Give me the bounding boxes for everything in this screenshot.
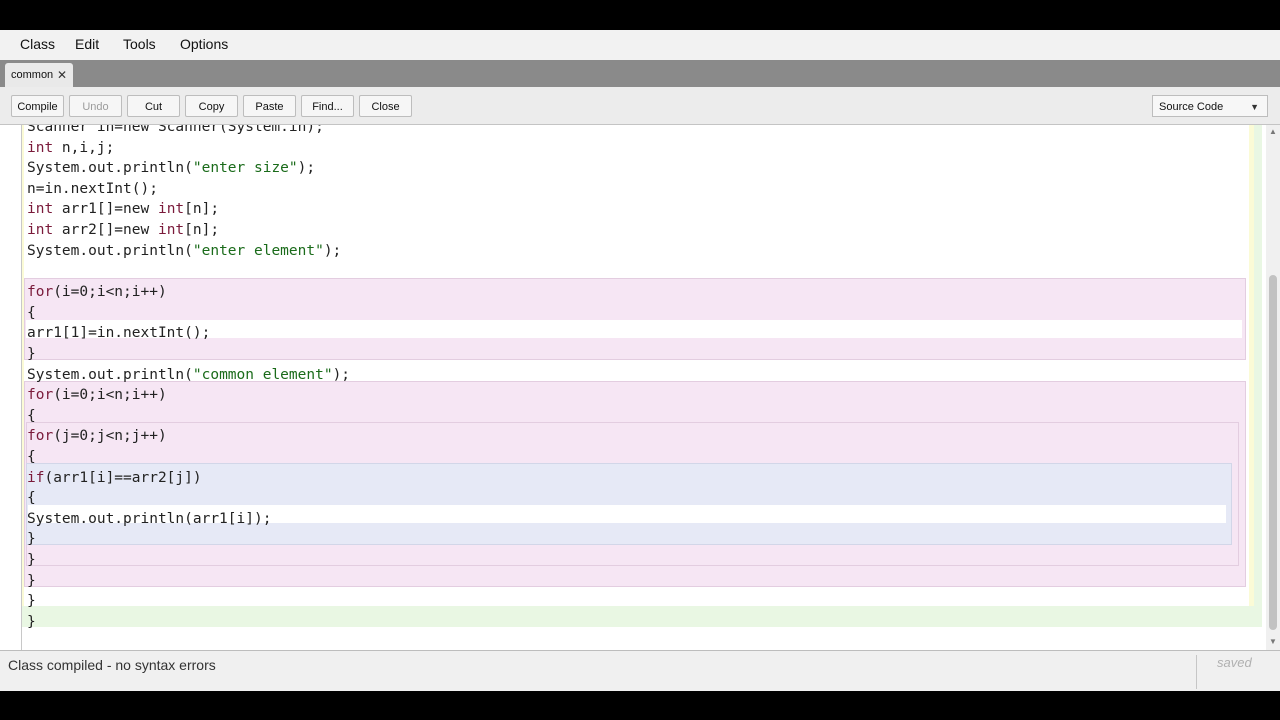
- bluej-editor-window: Class Edit Tools Options common ✕ Compil…: [0, 30, 1280, 691]
- code-line: }: [27, 593, 36, 609]
- if-scope-bg: [26, 463, 1232, 545]
- code-line: }: [27, 346, 36, 362]
- status-divider: [1196, 655, 1197, 689]
- paste-button[interactable]: Paste: [243, 95, 296, 117]
- status-message: Class compiled - no syntax errors: [8, 657, 216, 673]
- code-line: {: [27, 490, 36, 506]
- code-line: for(i=0;i<n;i++): [27, 387, 167, 403]
- code-editor[interactable]: Scanner in=new Scanner(System.in); int n…: [0, 125, 1280, 650]
- code-line: System.out.println(arr1[i]);: [27, 511, 272, 527]
- undo-button[interactable]: Undo: [69, 95, 122, 117]
- code-line: if(arr1[i]==arr2[j]): [27, 470, 202, 486]
- code-line: for(j=0;j<n;j++): [27, 428, 167, 444]
- code-line: }: [27, 573, 36, 589]
- code-line: int arr1[]=new int[n];: [27, 201, 220, 217]
- copy-button[interactable]: Copy: [185, 95, 238, 117]
- toolbar: Compile Undo Cut Copy Paste Find... Clos…: [0, 87, 1280, 125]
- menu-options[interactable]: Options: [180, 36, 228, 52]
- tab-strip: common ✕: [0, 60, 1280, 87]
- code-line: for(i=0;i<n;i++): [27, 284, 167, 300]
- status-bar: Class compiled - no syntax errors saved: [0, 650, 1280, 691]
- scroll-up-icon[interactable]: ▲: [1269, 127, 1277, 136]
- code-line: arr1[1]=in.nextInt();: [27, 325, 211, 341]
- cut-button[interactable]: Cut: [127, 95, 180, 117]
- close-icon[interactable]: ✕: [57, 63, 67, 87]
- menu-edit[interactable]: Edit: [75, 36, 99, 52]
- code-line: System.out.println("common element");: [27, 367, 351, 383]
- menu-bar: Class Edit Tools Options: [0, 30, 1280, 60]
- code-line: {: [27, 305, 36, 321]
- scroll-thumb[interactable]: [1269, 275, 1277, 630]
- code-line: int arr2[]=new int[n];: [27, 222, 220, 238]
- menu-class[interactable]: Class: [20, 36, 55, 52]
- vertical-scrollbar[interactable]: ▲ ▼: [1266, 125, 1280, 650]
- scroll-down-icon[interactable]: ▼: [1269, 637, 1277, 646]
- close-button[interactable]: Close: [359, 95, 412, 117]
- find-button[interactable]: Find...: [301, 95, 354, 117]
- code-line: Scanner in=new Scanner(System.in);: [27, 125, 324, 135]
- code-line: n=in.nextInt();: [27, 181, 158, 197]
- chevron-down-icon: ▼: [1250, 102, 1259, 112]
- tab-label: common: [11, 69, 54, 81]
- view-mode-label: Source Code: [1159, 101, 1224, 113]
- saved-indicator: saved: [1217, 655, 1252, 670]
- code-line: {: [27, 408, 36, 424]
- gutter-divider: [21, 125, 22, 650]
- code-line: }: [27, 531, 36, 547]
- code-line: {: [27, 449, 36, 465]
- code-line: }: [27, 552, 36, 568]
- compile-button[interactable]: Compile: [11, 95, 64, 117]
- for-scope-bg: [24, 278, 1246, 360]
- code-line: int n,i,j;: [27, 140, 115, 156]
- menu-tools[interactable]: Tools: [123, 36, 156, 52]
- view-mode-select[interactable]: Source Code ▼: [1152, 95, 1268, 117]
- code-line: }: [27, 614, 36, 630]
- code-line: System.out.println("enter size");: [27, 160, 316, 176]
- tab-common[interactable]: common ✕: [5, 63, 73, 87]
- code-line: System.out.println("enter element");: [27, 243, 342, 259]
